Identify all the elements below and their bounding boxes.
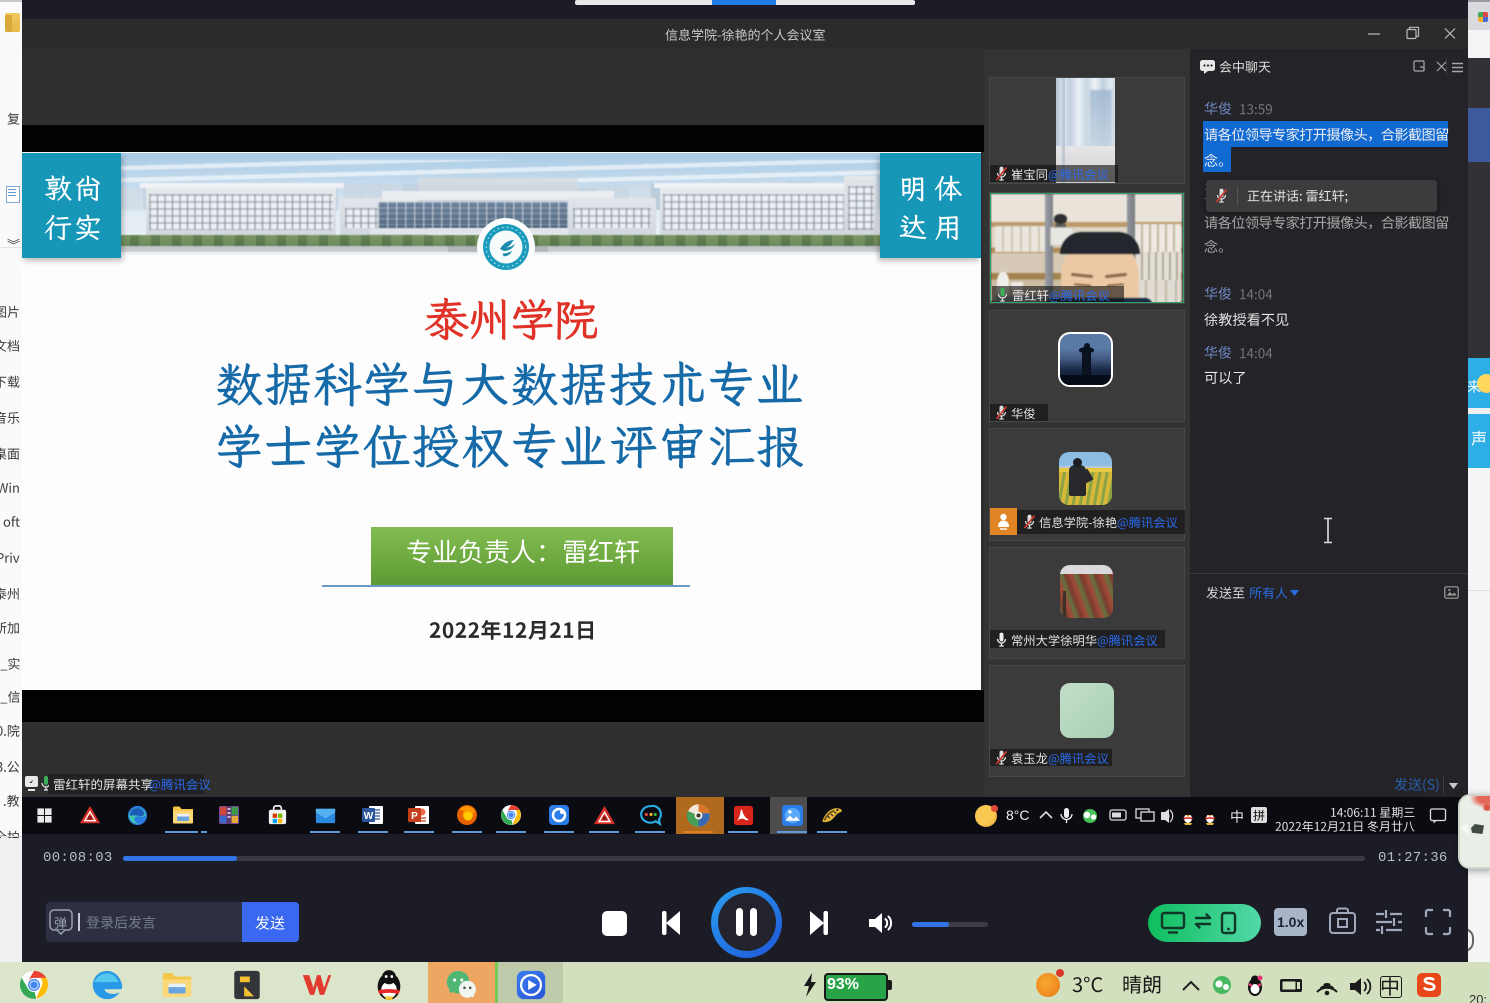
svg-text:P: P <box>411 811 418 822</box>
svg-text:W: W <box>364 811 374 822</box>
